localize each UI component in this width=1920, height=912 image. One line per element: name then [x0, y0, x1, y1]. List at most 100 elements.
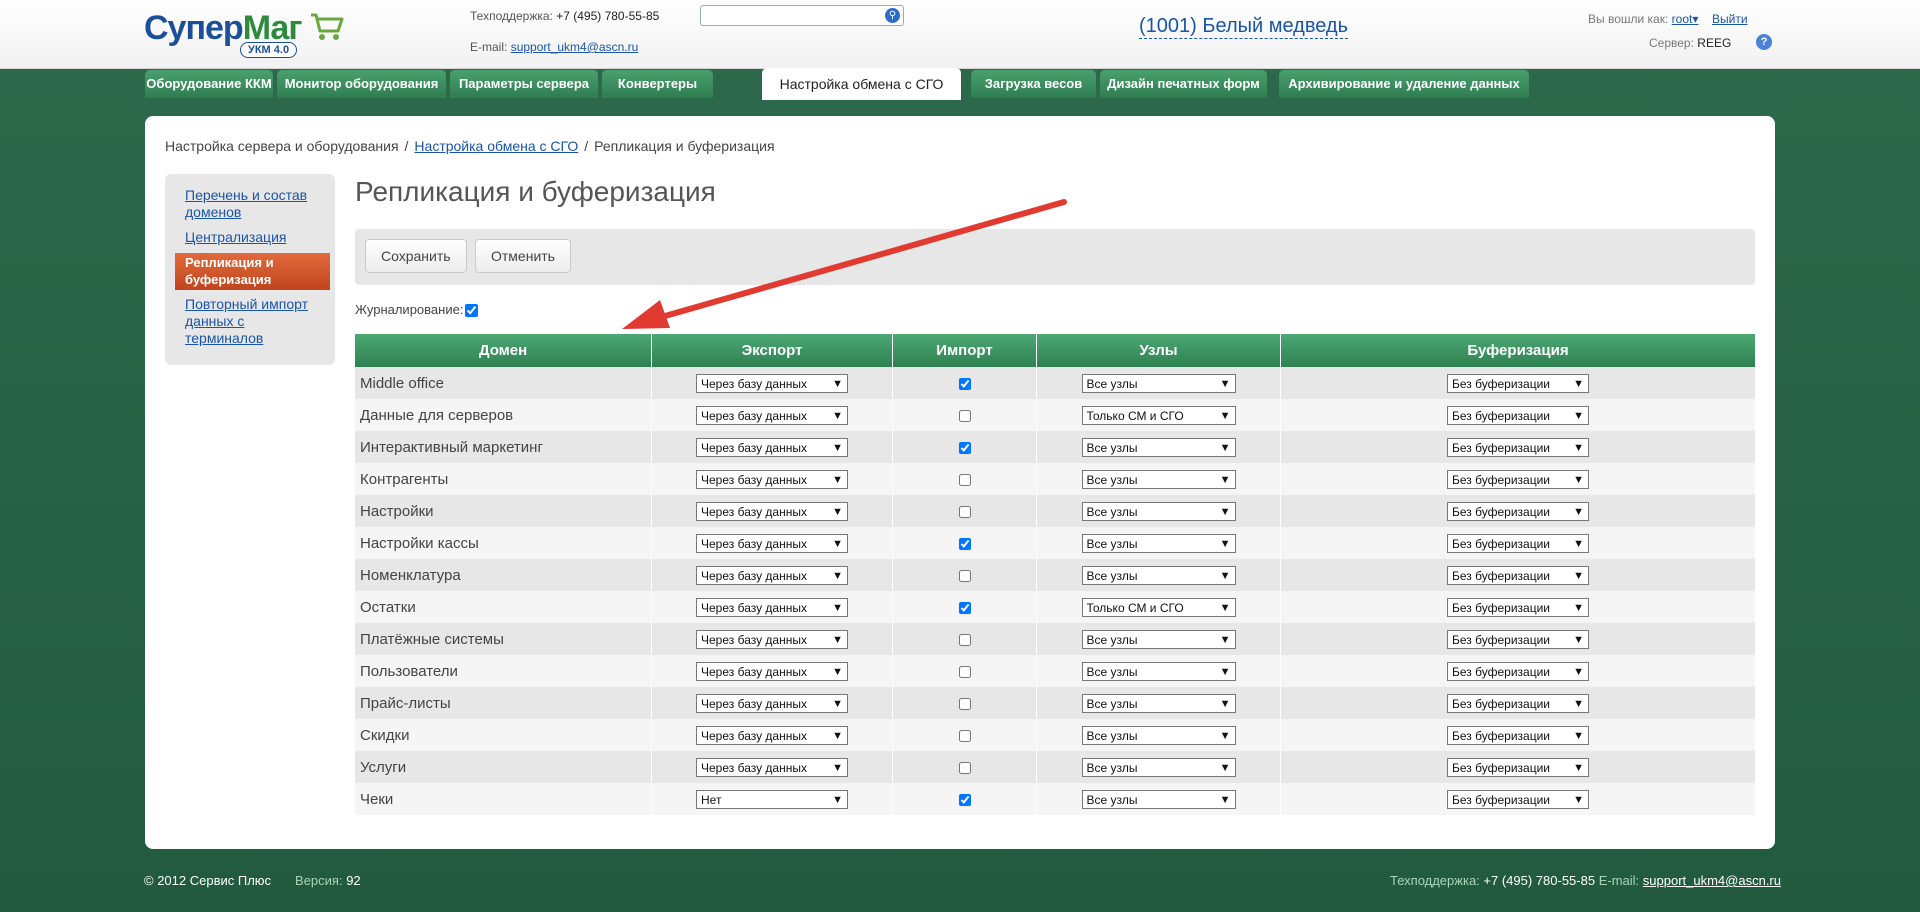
- export-select[interactable]: Через базу данных ▼: [696, 597, 848, 617]
- domain-cell: Остатки: [355, 591, 652, 623]
- buffering-select[interactable]: Без буферизации ▼: [1447, 629, 1589, 649]
- table-row: Прайс-листы Через базу данных ▼ Все узлы ▼ Бе…: [355, 687, 1755, 719]
- import-checkbox[interactable]: [958, 569, 971, 582]
- import-checkbox[interactable]: [958, 409, 971, 422]
- tab-converters[interactable]: Конвертеры: [602, 70, 713, 98]
- export-select[interactable]: Через базу данных ▼: [696, 629, 848, 649]
- store-selector[interactable]: (1001) Белый медведь: [1139, 14, 1349, 39]
- buffering-cell: Без буферизации ▼: [1280, 623, 1755, 655]
- help-icon[interactable]: ?: [1756, 34, 1772, 50]
- buffering-select[interactable]: Без буферизации ▼: [1447, 725, 1589, 745]
- import-checkbox[interactable]: [958, 601, 971, 614]
- header-nodes[interactable]: Узлы: [1036, 334, 1281, 367]
- tab-scales-loading[interactable]: Загрузка весов: [971, 70, 1096, 98]
- buffering-select[interactable]: Без буферизации ▼: [1447, 469, 1589, 489]
- import-checkbox[interactable]: [958, 729, 971, 742]
- buffering-select[interactable]: Без буферизации ▼: [1447, 661, 1589, 681]
- sidebar-item-reimport[interactable]: Повторный импорт данных с терминалов: [185, 296, 325, 347]
- nodes-select[interactable]: Все узлы ▼: [1081, 661, 1236, 681]
- nodes-select-value: Все узлы: [1086, 760, 1138, 775]
- nodes-select[interactable]: Все узлы ▼: [1081, 437, 1236, 457]
- logout-link[interactable]: Выйти: [1712, 12, 1748, 26]
- buffering-select[interactable]: Без буферизации ▼: [1447, 373, 1589, 393]
- dropdown-arrow-icon: ▼: [1573, 601, 1584, 614]
- tab-equipment-monitor[interactable]: Монитор оборудования: [277, 70, 446, 98]
- header-import[interactable]: Импорт: [892, 334, 1037, 367]
- supermag-logo[interactable]: СуперМаг УКМ 4.0: [144, 6, 354, 58]
- buffering-select[interactable]: Без буферизации ▼: [1447, 533, 1589, 553]
- buffering-select[interactable]: Без буферизации ▼: [1447, 437, 1589, 457]
- buffering-cell: Без буферизации ▼: [1280, 687, 1755, 719]
- buffering-select[interactable]: Без буферизации ▼: [1447, 405, 1589, 425]
- dropdown-arrow-icon: ▼: [1219, 473, 1231, 486]
- nodes-select[interactable]: Все узлы ▼: [1081, 693, 1236, 713]
- nodes-select[interactable]: Все узлы ▼: [1081, 789, 1236, 809]
- import-checkbox[interactable]: [958, 793, 971, 806]
- export-select[interactable]: Через базу данных ▼: [696, 469, 848, 489]
- cancel-button[interactable]: Отменить: [475, 239, 571, 273]
- dropdown-arrow-icon: ▼: [1219, 569, 1231, 582]
- import-checkbox[interactable]: [958, 537, 971, 550]
- nodes-select-value: Все узлы: [1086, 792, 1138, 807]
- dropdown-arrow-icon: ▼: [832, 409, 843, 422]
- save-button[interactable]: Сохранить: [365, 239, 467, 273]
- nodes-select[interactable]: Все узлы ▼: [1081, 533, 1236, 553]
- nodes-select-value: Все узлы: [1086, 632, 1138, 647]
- import-checkbox[interactable]: [958, 441, 971, 454]
- buffering-cell: Без буферизации ▼: [1280, 399, 1755, 431]
- footer-email-link[interactable]: support_ukm4@ascn.ru: [1643, 873, 1781, 888]
- import-checkbox[interactable]: [958, 377, 971, 390]
- nodes-select[interactable]: Только СМ и СГО ▼: [1081, 405, 1236, 425]
- import-checkbox[interactable]: [958, 665, 971, 678]
- export-select[interactable]: Через базу данных ▼: [696, 757, 848, 777]
- import-checkbox[interactable]: [958, 633, 971, 646]
- export-select[interactable]: Через базу данных ▼: [696, 533, 848, 553]
- export-select[interactable]: Через базу данных ▼: [696, 437, 848, 457]
- import-checkbox[interactable]: [958, 473, 971, 486]
- nodes-select[interactable]: Только СМ и СГО ▼: [1081, 597, 1236, 617]
- nodes-select[interactable]: Все узлы ▼: [1081, 757, 1236, 777]
- export-select[interactable]: Через базу данных ▼: [696, 725, 848, 745]
- buffering-select[interactable]: Без буферизации ▼: [1447, 757, 1589, 777]
- import-checkbox[interactable]: [958, 761, 971, 774]
- import-checkbox[interactable]: [958, 697, 971, 710]
- buffering-select[interactable]: Без буферизации ▼: [1447, 789, 1589, 809]
- tab-sgo-exchange[interactable]: Настройка обмена с СГО: [762, 68, 961, 100]
- buffering-select[interactable]: Без буферизации ▼: [1447, 565, 1589, 585]
- journaling-checkbox[interactable]: [465, 304, 479, 318]
- tab-server-params[interactable]: Параметры сервера: [450, 70, 598, 98]
- export-select-value: Через базу данных: [701, 760, 807, 775]
- nodes-select[interactable]: Все узлы ▼: [1081, 725, 1236, 745]
- search-icon[interactable]: ⚲: [885, 8, 900, 23]
- import-checkbox[interactable]: [958, 505, 971, 518]
- export-select[interactable]: Нет ▼: [696, 789, 848, 809]
- tab-print-forms-design[interactable]: Дизайн печатных форм: [1100, 70, 1267, 98]
- export-select[interactable]: Через базу данных ▼: [696, 661, 848, 681]
- export-select[interactable]: Через базу данных ▼: [696, 405, 848, 425]
- export-select[interactable]: Через базу данных ▼: [696, 373, 848, 393]
- buffering-select[interactable]: Без буферизации ▼: [1447, 597, 1589, 617]
- tab-archiving[interactable]: Архивирование и удаление данных: [1279, 70, 1529, 98]
- nodes-select[interactable]: Все узлы ▼: [1081, 565, 1236, 585]
- export-select[interactable]: Через базу данных ▼: [696, 501, 848, 521]
- buffering-select[interactable]: Без буферизации ▼: [1447, 693, 1589, 713]
- nodes-select[interactable]: Все узлы ▼: [1081, 469, 1236, 489]
- header-buffering[interactable]: Буферизация: [1280, 334, 1755, 367]
- search-input[interactable]: [705, 6, 879, 25]
- support-email-link[interactable]: support_ukm4@ascn.ru: [511, 40, 639, 54]
- export-select[interactable]: Через базу данных ▼: [696, 565, 848, 585]
- sidebar-item-centralization[interactable]: Централизация: [185, 229, 325, 246]
- header-export[interactable]: Экспорт: [651, 334, 893, 367]
- sidebar-item-domains[interactable]: Перечень и состав доменов: [185, 187, 325, 221]
- nodes-select[interactable]: Все узлы ▼: [1081, 629, 1236, 649]
- tab-kkm-equipment[interactable]: Оборудование ККМ: [145, 70, 273, 98]
- export-select[interactable]: Через базу данных ▼: [696, 693, 848, 713]
- buffering-select[interactable]: Без буферизации ▼: [1447, 501, 1589, 521]
- user-menu[interactable]: root▾: [1672, 12, 1699, 26]
- breadcrumb-link[interactable]: Настройка обмена с СГО: [414, 138, 578, 154]
- sidebar-item-replication[interactable]: Репликация и буферизация: [175, 253, 330, 290]
- header-domain[interactable]: Домен: [355, 334, 652, 367]
- nodes-select[interactable]: Все узлы ▼: [1081, 373, 1236, 393]
- nodes-select[interactable]: Все узлы ▼: [1081, 501, 1236, 521]
- buffering-select-value: Без буферизации: [1452, 792, 1550, 807]
